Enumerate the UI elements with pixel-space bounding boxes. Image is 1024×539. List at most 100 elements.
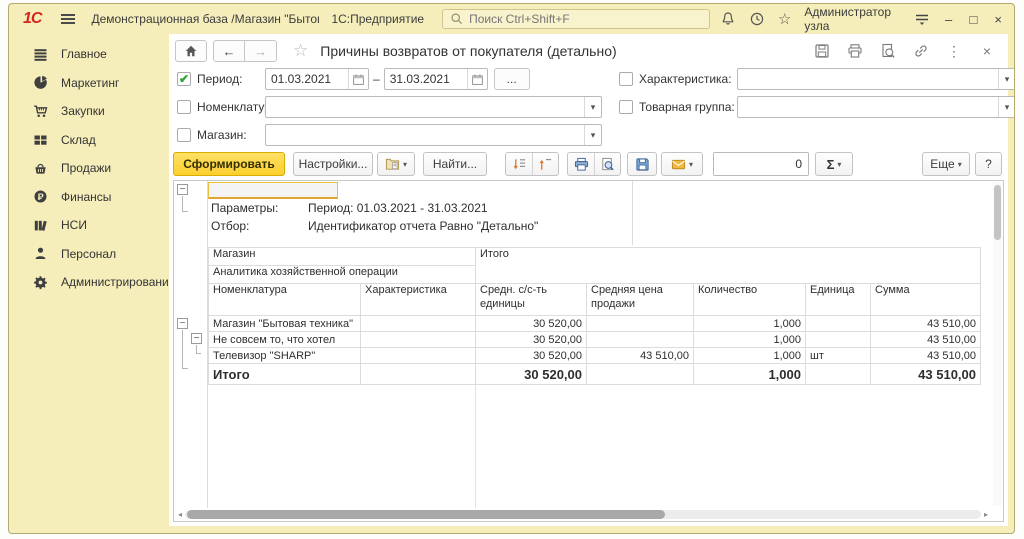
cell-avg-unit-cost[interactable]: 30 520,00 <box>476 348 587 364</box>
group-header-store[interactable]: Магазин <box>209 248 476 266</box>
cell-unit[interactable] <box>806 316 871 332</box>
selection-label[interactable]: Отбор: <box>211 219 306 233</box>
back-button[interactable]: ← <box>213 40 245 62</box>
sidebar-item-nsi[interactable]: НСИ <box>9 211 169 240</box>
link-icon[interactable] <box>912 42 930 60</box>
vertical-scrollbar[interactable] <box>993 182 1002 506</box>
column-header[interactable]: Характеристика <box>361 284 476 316</box>
product-group-input[interactable] <box>738 100 998 114</box>
report-variants-button[interactable]: ▾ <box>377 152 415 176</box>
collapse-store-toggle[interactable]: − <box>177 318 188 329</box>
store-checkbox[interactable] <box>177 128 191 142</box>
vertical-scrollbar-thumb[interactable] <box>994 185 1001 240</box>
column-header[interactable]: Средн. с/с-ть единицы <box>476 284 587 316</box>
cell-characteristic[interactable] <box>361 364 476 385</box>
column-header[interactable]: Номенклатура <box>209 284 361 316</box>
cell-avg-unit-cost[interactable]: 30 520,00 <box>476 316 587 332</box>
cell-name[interactable]: Телевизор "SHARP" <box>209 348 361 364</box>
collapse-groups-button[interactable] <box>532 153 558 175</box>
column-header[interactable]: Количество <box>694 284 806 316</box>
group-header-analytics[interactable]: Аналитика хозяйственной операции <box>209 266 476 284</box>
search-input[interactable] <box>469 12 704 26</box>
expand-groups-button[interactable] <box>506 153 532 175</box>
period-to-input[interactable] <box>385 72 467 86</box>
column-header[interactable]: Сумма <box>871 284 981 316</box>
sidebar-item-finance[interactable]: P Финансы <box>9 183 169 212</box>
save-report-button[interactable] <box>627 152 657 176</box>
cell-amount[interactable]: 43 510,00 <box>871 364 981 385</box>
cell-name[interactable]: Не совсем то, что хотел <box>209 332 361 348</box>
add-favorite-star-icon[interactable]: ☆ <box>293 41 308 61</box>
history-clock-icon[interactable] <box>749 11 765 28</box>
help-button[interactable]: ? <box>975 152 1002 176</box>
product-group-checkbox[interactable] <box>619 100 633 114</box>
nomenclature-checkbox[interactable] <box>177 100 191 114</box>
cell-characteristic[interactable] <box>361 332 476 348</box>
current-user[interactable]: Администратор узла <box>804 5 900 33</box>
autosum-button[interactable]: Σ ▾ <box>815 152 853 176</box>
horizontal-scrollbar[interactable]: ◂ ▸ <box>175 508 991 520</box>
service-menu-icon[interactable] <box>914 11 930 28</box>
global-search[interactable] <box>442 9 710 29</box>
cell-unit[interactable]: шт <box>806 348 871 364</box>
store-input[interactable] <box>266 128 584 142</box>
cell-characteristic[interactable] <box>361 316 476 332</box>
home-button[interactable] <box>175 40 207 62</box>
generate-button[interactable]: Сформировать <box>173 152 285 176</box>
preview-icon[interactable] <box>879 42 897 60</box>
cell-characteristic[interactable] <box>361 348 476 364</box>
cell-avg-unit-cost[interactable]: 30 520,00 <box>476 364 587 385</box>
cell-quantity[interactable]: 1,000 <box>694 332 806 348</box>
cell-amount[interactable]: 43 510,00 <box>871 348 981 364</box>
notifications-bell-icon[interactable] <box>720 11 736 28</box>
calendar-icon[interactable] <box>467 69 487 89</box>
cell-quantity[interactable]: 1,000 <box>694 364 806 385</box>
period-checkbox[interactable]: ✔ <box>177 72 191 86</box>
more-actions-button[interactable]: Еще ▾ <box>922 152 970 176</box>
cell-avg-sale-price[interactable] <box>587 332 694 348</box>
cell-unit[interactable] <box>806 364 871 385</box>
cell-amount[interactable]: 43 510,00 <box>871 332 981 348</box>
combo-arrow-icon[interactable]: ▾ <box>584 125 601 145</box>
favorites-star-icon[interactable]: ☆ <box>778 10 791 28</box>
scroll-right-arrow-icon[interactable]: ▸ <box>981 510 991 519</box>
sidebar-item-personnel[interactable]: Персонал <box>9 240 169 269</box>
maximize-button[interactable]: □ <box>968 12 980 27</box>
combo-arrow-icon[interactable]: ▾ <box>998 97 1015 117</box>
collapse-reason-toggle[interactable]: − <box>191 333 202 344</box>
cell-avg-sale-price[interactable]: 43 510,00 <box>587 348 694 364</box>
choose-period-button[interactable]: ... <box>494 68 530 90</box>
preview-report-button[interactable] <box>594 153 620 175</box>
calendar-icon[interactable] <box>348 69 368 89</box>
characteristic-checkbox[interactable] <box>619 72 633 86</box>
find-button[interactable]: Найти... <box>423 152 487 176</box>
cell-avg-sale-price[interactable] <box>587 364 694 385</box>
horizontal-scrollbar-track[interactable] <box>185 510 981 519</box>
print-icon[interactable] <box>846 42 864 60</box>
selection-value[interactable]: Идентификатор отчета Равно "Детально" <box>308 219 538 233</box>
combo-arrow-icon[interactable]: ▾ <box>998 69 1015 89</box>
period-from-input[interactable] <box>266 72 348 86</box>
close-form-icon[interactable]: × <box>978 42 996 60</box>
cell-avg-sale-price[interactable] <box>587 316 694 332</box>
selected-cell[interactable] <box>208 182 338 199</box>
cell-avg-unit-cost[interactable]: 30 520,00 <box>476 332 587 348</box>
scroll-left-arrow-icon[interactable]: ◂ <box>175 510 185 519</box>
cell-unit[interactable] <box>806 332 871 348</box>
collapse-report-toggle[interactable]: − <box>177 184 188 195</box>
nomenclature-input[interactable] <box>266 100 584 114</box>
column-header[interactable]: Единица <box>806 284 871 316</box>
close-window-button[interactable]: × <box>992 12 1004 27</box>
parameters-value[interactable]: Период: 01.03.2021 - 31.03.2021 <box>308 201 488 215</box>
cell-name[interactable]: Итого <box>209 364 361 385</box>
total-header[interactable]: Итого <box>476 248 981 284</box>
forward-button[interactable]: → <box>245 40 277 62</box>
parameters-label[interactable]: Параметры: <box>211 201 306 215</box>
save-icon[interactable] <box>813 42 831 60</box>
column-header[interactable]: Средняя цена продажи <box>587 284 694 316</box>
more-kebab-icon[interactable]: ⋮ <box>945 42 963 60</box>
cell-name[interactable]: Магазин "Бытовая техника" <box>209 316 361 332</box>
horizontal-scrollbar-thumb[interactable] <box>187 510 665 519</box>
combo-arrow-icon[interactable]: ▾ <box>584 97 601 117</box>
main-menu-icon[interactable] <box>61 14 75 24</box>
